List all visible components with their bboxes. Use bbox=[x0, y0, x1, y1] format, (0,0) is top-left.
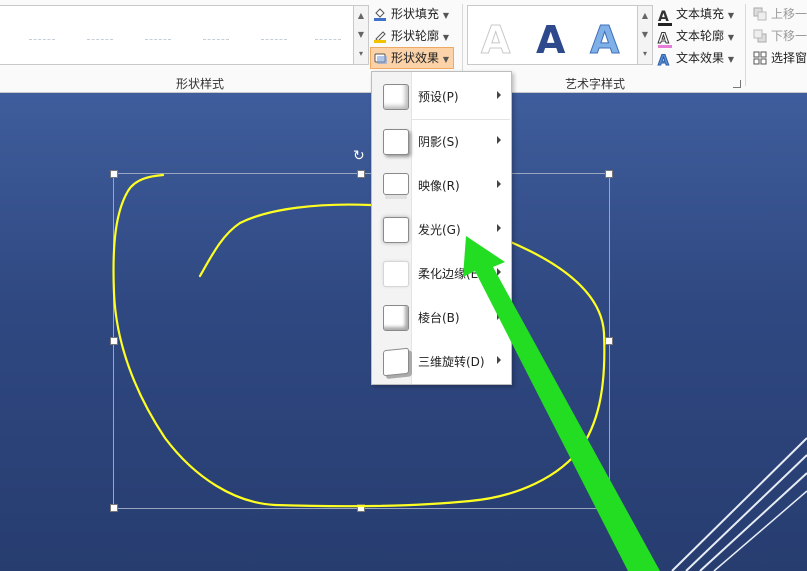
menu-item-label: 阴影(S) bbox=[418, 135, 459, 149]
submenu-arrow-icon bbox=[497, 224, 501, 232]
shape-styles-gallery[interactable] bbox=[0, 5, 354, 65]
menu-divider bbox=[412, 119, 510, 120]
send-backward-label: 下移一 bbox=[771, 29, 807, 43]
shadow-icon bbox=[383, 129, 409, 155]
shape-effects-icon bbox=[373, 51, 387, 65]
gallery-more-icon[interactable]: ▾ bbox=[638, 44, 652, 63]
shape-fill-button[interactable]: 形状填充 ▼ bbox=[373, 4, 449, 24]
preset-icon bbox=[383, 84, 409, 110]
scroll-up-icon[interactable]: ▲ bbox=[354, 6, 368, 25]
paint-bucket-icon bbox=[373, 7, 387, 21]
gallery-more-icon[interactable]: ▾ bbox=[354, 44, 368, 63]
line-style-sample[interactable] bbox=[145, 39, 171, 40]
bring-forward-icon bbox=[753, 7, 767, 21]
soft-edges-icon bbox=[383, 261, 409, 287]
shape-effects-menu: 预设(P) 阴影(S) 映像(R) 发光(G) 柔化边缘(E) 棱台(B) 三维… bbox=[371, 71, 512, 385]
scroll-down-icon[interactable]: ▼ bbox=[354, 25, 368, 44]
submenu-arrow-icon bbox=[497, 136, 501, 144]
line-style-sample[interactable] bbox=[87, 39, 113, 40]
ribbon-separator bbox=[745, 4, 746, 86]
shape-styles-group-label: 形状样式 bbox=[176, 77, 225, 91]
3d-rotation-icon bbox=[383, 347, 409, 377]
shape-outline-button[interactable]: 形状轮廓 ▼ bbox=[373, 26, 449, 46]
text-fill-icon: A bbox=[658, 10, 672, 26]
menu-item-label: 柔化边缘(E) bbox=[418, 267, 483, 281]
menu-item-label: 预设(P) bbox=[418, 90, 459, 104]
reflection-icon bbox=[383, 173, 409, 195]
submenu-arrow-icon bbox=[497, 180, 501, 188]
dialog-launcher-icon[interactable] bbox=[733, 80, 741, 88]
send-backward-button[interactable]: 下移一 bbox=[753, 26, 807, 46]
bevel-icon bbox=[383, 305, 409, 331]
menu-item-glow[interactable]: 发光(G) bbox=[372, 209, 511, 249]
scroll-down-icon[interactable]: ▼ bbox=[638, 25, 652, 44]
line-style-sample[interactable] bbox=[203, 39, 229, 40]
shape-outline-label: 形状轮廓 bbox=[391, 29, 440, 43]
wordart-gallery-scroll[interactable]: ▲ ▼ ▾ bbox=[637, 5, 653, 65]
dropdown-arrow-icon: ▼ bbox=[442, 55, 449, 64]
glow-icon bbox=[383, 217, 409, 243]
dropdown-arrow-icon: ▼ bbox=[442, 33, 449, 42]
scroll-up-icon[interactable]: ▲ bbox=[638, 6, 652, 25]
shape-styles-gallery-scroll[interactable]: ▲ ▼ ▾ bbox=[353, 5, 369, 65]
wordart-sample-outline[interactable]: A bbox=[480, 18, 510, 63]
wordart-sample-light-blue[interactable]: A bbox=[589, 18, 619, 63]
text-fill-label: 文本填充 bbox=[676, 7, 725, 21]
text-effects-label: 文本效果 bbox=[676, 51, 725, 65]
menu-item-3d-rotation[interactable]: 三维旋转(D) bbox=[372, 341, 511, 381]
menu-item-soft-edges[interactable]: 柔化边缘(E) bbox=[372, 253, 511, 293]
dropdown-arrow-icon: ▼ bbox=[442, 11, 449, 20]
menu-item-shadow[interactable]: 阴影(S) bbox=[372, 121, 511, 161]
wordart-sample-blue[interactable]: A bbox=[536, 18, 565, 62]
menu-item-label: 棱台(B) bbox=[418, 311, 460, 325]
selection-pane-label: 选择窗 bbox=[771, 51, 807, 65]
selection-pane-icon bbox=[753, 51, 767, 65]
text-outline-icon: A bbox=[658, 32, 672, 48]
send-backward-icon bbox=[753, 29, 767, 43]
menu-item-preset[interactable]: 预设(P) bbox=[372, 76, 511, 116]
shape-effects-label: 形状效果 bbox=[391, 51, 440, 65]
text-outline-label: 文本轮廓 bbox=[676, 29, 725, 43]
menu-item-bevel[interactable]: 棱台(B) bbox=[372, 297, 511, 337]
line-style-sample[interactable] bbox=[261, 39, 287, 40]
dropdown-arrow-icon: ▼ bbox=[727, 11, 734, 20]
line-style-sample[interactable] bbox=[315, 39, 341, 40]
bring-forward-button[interactable]: 上移一 bbox=[753, 4, 807, 24]
text-effects-button[interactable]: A 文本效果 ▼ bbox=[658, 48, 735, 69]
submenu-arrow-icon bbox=[497, 312, 501, 320]
line-style-sample[interactable] bbox=[29, 39, 55, 40]
submenu-arrow-icon bbox=[497, 356, 501, 364]
menu-item-reflection[interactable]: 映像(R) bbox=[372, 165, 511, 205]
pencil-icon bbox=[373, 29, 387, 43]
dropdown-arrow-icon: ▼ bbox=[727, 55, 734, 64]
text-fill-button[interactable]: A 文本填充 ▼ bbox=[658, 4, 734, 26]
bring-forward-label: 上移一 bbox=[771, 7, 807, 21]
wordart-styles-gallery[interactable]: A A A bbox=[467, 5, 639, 65]
menu-item-label: 发光(G) bbox=[418, 223, 461, 237]
shape-effects-button[interactable]: 形状效果 ▼ bbox=[370, 47, 454, 69]
dropdown-arrow-icon: ▼ bbox=[727, 33, 734, 42]
text-outline-button[interactable]: A 文本轮廓 ▼ bbox=[658, 26, 734, 48]
selection-pane-button[interactable]: 选择窗 bbox=[753, 48, 807, 68]
wordart-styles-group-label: 艺术字样式 bbox=[565, 77, 626, 91]
menu-item-label: 映像(R) bbox=[418, 179, 460, 193]
submenu-arrow-icon bbox=[497, 268, 501, 276]
text-effects-icon: A bbox=[658, 53, 670, 69]
submenu-arrow-icon bbox=[497, 91, 501, 99]
menu-item-label: 三维旋转(D) bbox=[418, 355, 485, 369]
shape-fill-label: 形状填充 bbox=[391, 7, 440, 21]
